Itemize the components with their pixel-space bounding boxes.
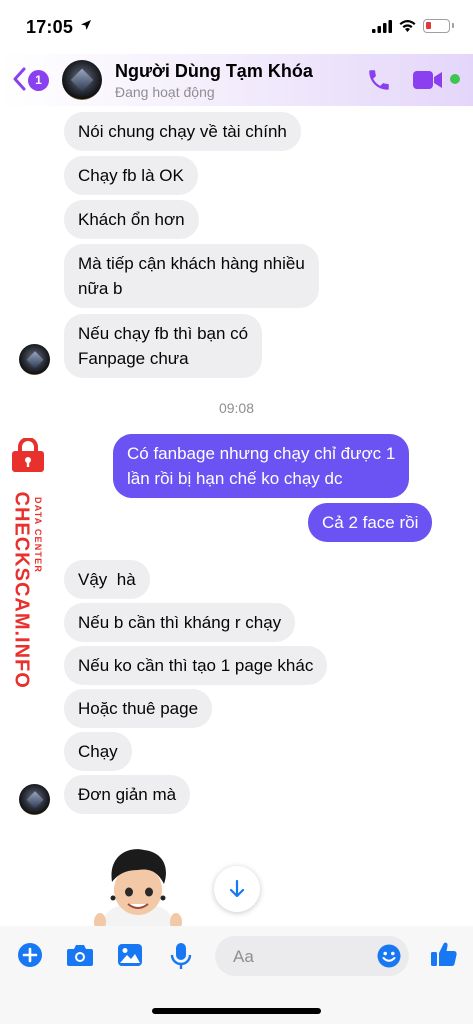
contact-avatar[interactable]: [62, 60, 102, 100]
active-status: Đang hoạt động: [115, 84, 215, 100]
gallery-icon[interactable]: [117, 942, 143, 968]
incoming-message[interactable]: Nếu b cần thì kháng r chạy: [64, 603, 296, 642]
scroll-to-bottom-button[interactable]: [214, 866, 260, 912]
sender-avatar[interactable]: [19, 344, 50, 375]
thumbs-up-icon[interactable]: [430, 940, 458, 968]
incoming-message[interactable]: Hoặc thuê page: [64, 689, 213, 728]
sender-avatar[interactable]: [19, 784, 50, 815]
camera-icon[interactable]: [66, 942, 94, 968]
cellular-signal-icon: [372, 20, 392, 33]
watermark: DATA CENTER CHECKSCAM.INFO: [4, 438, 48, 689]
incoming-message[interactable]: Chạy fb là OK: [64, 156, 198, 195]
status-bar: 17:05: [0, 0, 473, 54]
microphone-icon[interactable]: [170, 942, 192, 970]
outgoing-message[interactable]: Có fanbage nhưng chạy chỉ được 1 lần rồi …: [113, 434, 410, 498]
incoming-message[interactable]: Vậy hà: [64, 560, 150, 599]
location-arrow-icon: [81, 20, 91, 30]
video-call-icon[interactable]: [412, 68, 444, 92]
incoming-message[interactable]: Nói chung chạy về tài chính: [64, 112, 301, 151]
incoming-message[interactable]: Chạy: [64, 732, 132, 771]
lock-icon: [12, 438, 44, 472]
incoming-message[interactable]: Khách ổn hơn: [64, 200, 199, 239]
home-indicator: [152, 1008, 321, 1014]
wifi-icon: [399, 20, 416, 32]
message-thread[interactable]: Nói chung chạy về tài chính Chạy fb là O…: [0, 106, 473, 924]
message-input[interactable]: [231, 936, 375, 978]
battery-icon: [423, 19, 454, 33]
incoming-message[interactable]: Mà tiếp cận khách hàng nhiều nữa b: [64, 244, 319, 308]
message-input-container[interactable]: [215, 936, 409, 978]
plus-circle-icon[interactable]: [17, 942, 43, 968]
back-arrow-icon[interactable]: [12, 66, 26, 92]
conversation-header: 1 Người Dùng Tạm Khóa Đang hoạt động: [0, 54, 473, 106]
watermark-subtitle: DATA CENTER: [33, 497, 43, 574]
unread-count-badge[interactable]: 1: [28, 70, 49, 91]
message-timestamp: 09:08: [218, 400, 255, 416]
watermark-title: CHECKSCAM.INFO: [10, 491, 33, 689]
emoji-icon[interactable]: [377, 944, 401, 968]
contact-name[interactable]: Người Dùng Tạm Khóa: [115, 61, 313, 82]
status-time: 17:05: [26, 17, 74, 37]
incoming-message[interactable]: Đơn giản mà: [64, 775, 191, 814]
incoming-message[interactable]: Nếu chạy fb thì bạn có Fanpage chưa: [64, 314, 263, 378]
online-indicator: [450, 74, 460, 84]
arrow-down-icon: [229, 879, 245, 898]
incoming-message[interactable]: Nếu ko cần thì tạo 1 page khác: [64, 646, 328, 685]
avatar-sticker[interactable]: [92, 846, 184, 926]
outgoing-message[interactable]: Cả 2 face rồi: [308, 503, 433, 542]
phone-call-icon[interactable]: [366, 67, 392, 93]
